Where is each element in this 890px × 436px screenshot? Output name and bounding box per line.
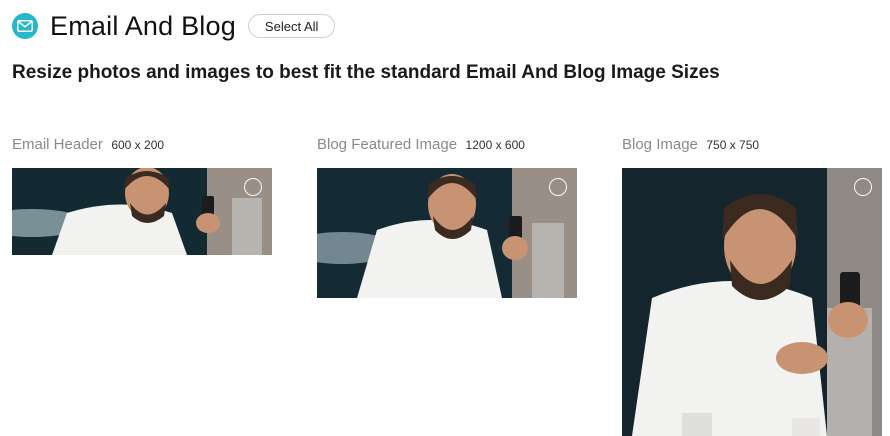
section-title: Email And Blog bbox=[50, 11, 236, 41]
section-subtitle: Resize photos and images to best fit the… bbox=[12, 62, 720, 83]
photo-man-with-phone bbox=[622, 168, 882, 436]
section-header: Email And Blog Select All bbox=[12, 8, 336, 44]
select-circle-icon[interactable] bbox=[244, 178, 262, 196]
image-size-card-blog-image: Blog Image 750 x 750 bbox=[622, 136, 882, 436]
thumbnail-email-header[interactable] bbox=[12, 168, 272, 255]
thumbnail-blog-featured[interactable] bbox=[317, 168, 577, 298]
card-size: 750 x 750 bbox=[706, 138, 760, 152]
image-size-card-email-header: Email Header 600 x 200 bbox=[12, 136, 272, 255]
card-name: Blog Image bbox=[622, 136, 698, 153]
card-size: 600 x 200 bbox=[111, 138, 165, 152]
card-size: 1200 x 600 bbox=[465, 138, 525, 152]
photo-man-with-phone bbox=[12, 168, 272, 255]
card-label: Blog Image 750 x 750 bbox=[622, 136, 759, 154]
envelope-icon bbox=[12, 13, 38, 39]
select-circle-icon[interactable] bbox=[854, 178, 872, 196]
card-name: Email Header bbox=[12, 136, 103, 153]
card-name: Blog Featured Image bbox=[317, 136, 458, 153]
select-all-button[interactable]: Select All bbox=[247, 14, 336, 38]
image-size-card-blog-featured: Blog Featured Image 1200 x 600 bbox=[317, 136, 577, 298]
photo-man-with-phone bbox=[317, 168, 577, 298]
card-label: Email Header 600 x 200 bbox=[12, 136, 164, 154]
thumbnail-blog-image[interactable] bbox=[622, 168, 882, 436]
select-circle-icon[interactable] bbox=[549, 178, 567, 196]
card-label: Blog Featured Image 1200 x 600 bbox=[317, 136, 525, 154]
